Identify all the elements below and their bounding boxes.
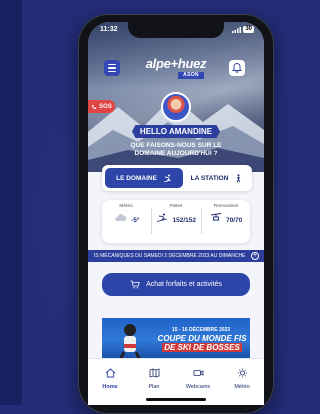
signal-icon	[232, 26, 242, 33]
domain-station-toggle: LE DOMAINE LA STATION	[102, 165, 252, 191]
slopes-summary: Pistes 152/152	[152, 204, 200, 240]
tab-home-label: Home	[102, 384, 118, 390]
tab-plan-label: Plan	[148, 384, 160, 390]
tab-home[interactable]: Home	[88, 365, 132, 390]
tab-meteo-label: Météo	[234, 384, 250, 390]
tab-le-domaine[interactable]: LE DOMAINE	[105, 168, 183, 188]
buy-passes-label: Achat forfaits et activités	[146, 281, 222, 288]
house-icon	[105, 368, 115, 378]
app-screen: 11:32 30 alpe+huez ASON SOS HELLO AMANDI…	[88, 22, 264, 405]
home-indicator	[146, 398, 206, 401]
promo-date: 15 - 16 DÉCEMBRE 2023	[172, 327, 231, 333]
meteo-label: Météo	[119, 204, 133, 209]
notifications-button[interactable]	[229, 60, 245, 76]
avatar[interactable]	[161, 92, 191, 122]
greeting-question: QUE FAISONS-NOUS SUR LE DOMAINE AUJOURD'…	[130, 142, 222, 157]
bell-icon	[232, 63, 242, 73]
background-left-panel	[0, 0, 22, 405]
ticker-text: IS MÉCANIQUES DU SAMEDI 2 DÉCEMBRE 2023 …	[94, 253, 246, 259]
sos-button[interactable]: SOS	[88, 100, 115, 113]
phone-notch	[128, 22, 224, 38]
tab-meteo[interactable]: Météo	[220, 365, 264, 390]
meteo-value: -5°	[131, 217, 140, 224]
logo-subtitle: ASON	[178, 72, 204, 79]
cloud-icon	[114, 214, 127, 221]
walker-icon	[237, 173, 241, 182]
conditions-card[interactable]: Météo -5° Pistes 152/152 Remontées 70/70	[102, 200, 250, 243]
phone-icon	[92, 104, 97, 109]
brand-logo[interactable]: alpe+huez ASON	[144, 57, 208, 79]
weather-summary: Météo -5°	[102, 204, 150, 240]
camera-icon	[193, 370, 203, 376]
map-icon	[149, 368, 159, 378]
news-ticker[interactable]: IS MÉCANIQUES DU SAMEDI 2 DÉCEMBRE 2023 …	[88, 250, 264, 262]
chairlift-icon	[210, 213, 221, 221]
skier-icon	[163, 174, 172, 182]
lifts-summary: Remontées 70/70	[202, 204, 250, 240]
sos-label: SOS	[99, 103, 112, 110]
tab-webcams[interactable]: Webcams	[176, 365, 220, 390]
toggle-domain-label: LE DOMAINE	[116, 174, 157, 182]
status-icons: 30	[232, 26, 254, 33]
skier-icon	[156, 213, 168, 222]
remontees-value: 70/70	[226, 217, 243, 224]
promo-title-line2: DE SKI DE BOSSES	[162, 343, 242, 352]
tab-webcams-label: Webcams	[185, 384, 211, 390]
battery-indicator: 30	[243, 26, 254, 33]
sun-icon	[237, 368, 247, 378]
greeting-text: HELLO AMANDINE	[139, 127, 213, 136]
pistes-value: 152/152	[172, 217, 196, 224]
app-header: alpe+huez ASON	[88, 52, 264, 82]
tab-plan[interactable]: Plan	[132, 365, 176, 390]
pistes-label: Pistes	[169, 204, 183, 209]
toggle-station-label: LA STATION	[190, 174, 229, 182]
event-promo-banner[interactable]: 15 - 16 DÉCEMBRE 2023 COUPE DU MONDE FIS…	[102, 318, 250, 362]
menu-button[interactable]	[104, 60, 120, 76]
promo-title: COUPE DU MONDE FIS DE SKI DE BOSSES	[157, 334, 247, 352]
skier-photo	[117, 324, 143, 362]
hamburger-icon	[108, 63, 116, 66]
cart-icon	[130, 280, 140, 289]
remontees-label: Remontées	[213, 204, 239, 209]
greeting-banner: HELLO AMANDINE	[132, 125, 220, 138]
logo-text: alpe+huez	[145, 56, 207, 71]
plus-icon[interactable]: +	[251, 252, 259, 260]
promo-title-line1: COUPE DU MONDE FIS	[157, 334, 247, 343]
status-time: 11:32	[100, 26, 118, 33]
buy-passes-button[interactable]: Achat forfaits et activités	[102, 273, 250, 296]
tab-la-station[interactable]: LA STATION	[184, 168, 250, 188]
